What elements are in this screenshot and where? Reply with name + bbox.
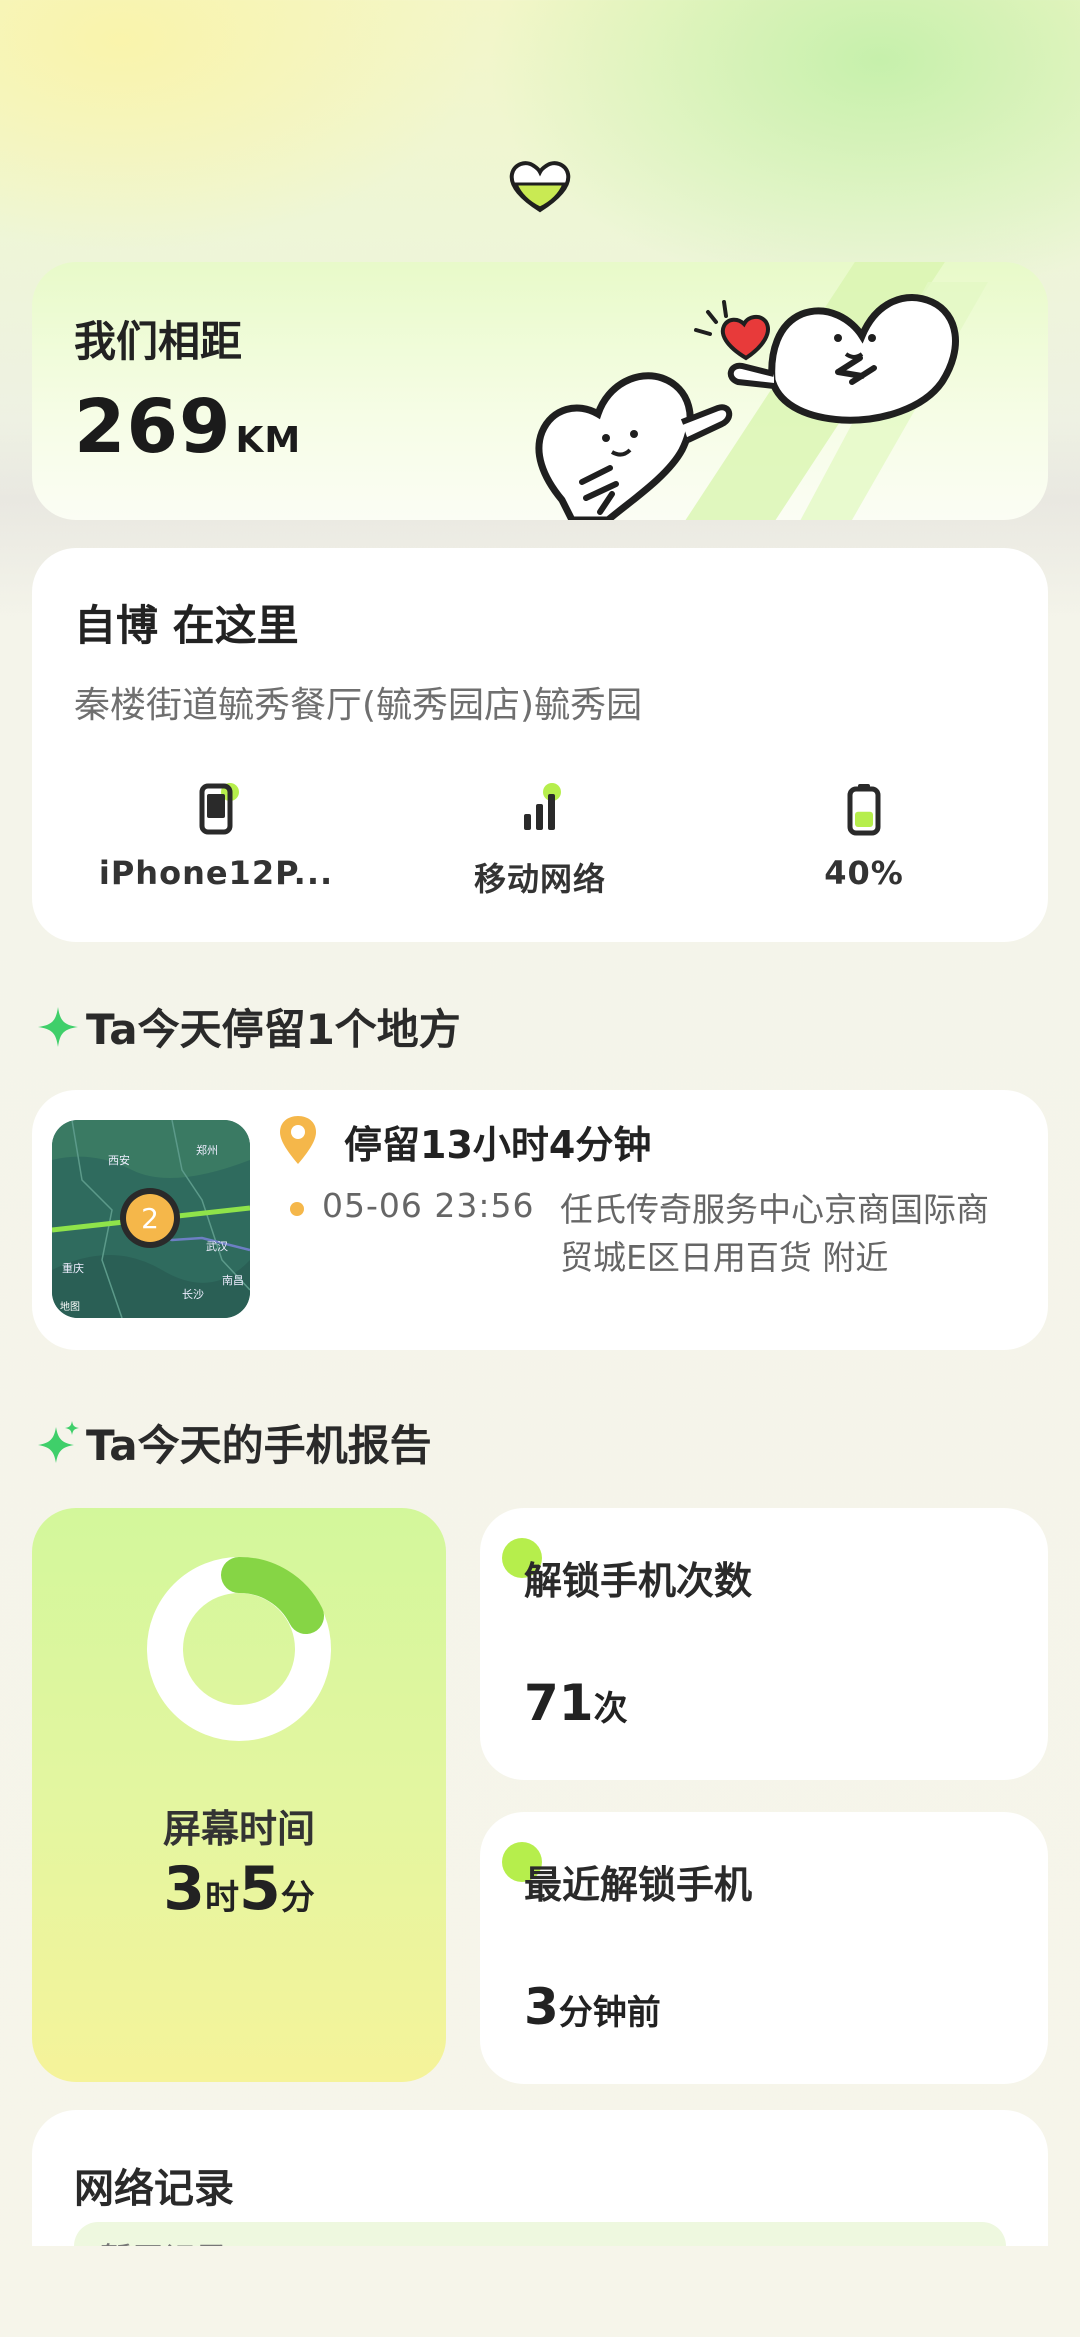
phone-icon <box>199 783 239 835</box>
battery-icon <box>847 784 881 836</box>
status-battery: 40% <box>714 780 1014 892</box>
app-heart-icon <box>509 161 571 213</box>
status-network: 移动网络 <box>390 780 690 900</box>
signal-icon <box>524 783 561 830</box>
stay-duration: 停留13小时4分钟 <box>344 1123 652 1167</box>
timeline-dot <box>290 1202 304 1216</box>
distance-card: 我们相距 269 KM <box>32 262 1048 520</box>
map-city-label: 武汉 <box>206 1240 228 1253</box>
distance-value: 269 KM <box>74 384 302 470</box>
sparkle-icon <box>38 1006 78 1047</box>
recent-unlock-title: 最近解锁手机 <box>524 1863 753 1907</box>
map-city-label: 西安 <box>108 1153 130 1167</box>
map-city-label: 南昌 <box>222 1274 244 1287</box>
location-card[interactable]: 自博 在这里 秦楼街道毓秀餐厅(毓秀园店)毓秀园 iPhone12P... 移动… <box>32 548 1048 942</box>
screen-time-value: 3时5分 <box>163 1854 315 1924</box>
map-thumbnail[interactable]: 西安 郑州 武汉 重庆 长沙 南昌 地图 2 <box>52 1120 250 1318</box>
unlock-count-value: 71次 <box>524 1674 628 1732</box>
couple-mascot-illustration <box>535 294 959 520</box>
location-title: 自博 在这里 <box>74 601 299 650</box>
distance-title: 我们相距 <box>74 317 243 366</box>
network-record-title: 网络记录 <box>74 2166 234 2212</box>
stay-section-title: Ta今天停留1个地方 <box>36 996 461 1057</box>
screen-time-card[interactable]: 屏幕时间 3时5分 <box>32 1508 446 2082</box>
map-city-label: 长沙 <box>182 1288 204 1301</box>
map-image: 西安 郑州 武汉 重庆 长沙 南昌 地图 2 <box>52 1120 250 1318</box>
unlock-count-title: 解锁手机次数 <box>524 1559 753 1603</box>
map-cluster-count: 2 <box>141 1202 159 1235</box>
screen-time-ring <box>147 1557 331 1741</box>
stay-time: 05-06 23:56 <box>322 1186 535 1225</box>
recent-unlock-value: 3分钟前 <box>524 1978 661 2036</box>
unlock-count-card[interactable]: 解锁手机次数 71次 <box>480 1508 1048 1780</box>
network-label: 移动网络 <box>473 860 606 898</box>
map-city-label: 重庆 <box>62 1261 84 1275</box>
device-label: iPhone12P... <box>98 854 334 892</box>
recent-unlock-card[interactable]: 最近解锁手机 3分钟前 <box>480 1812 1048 2084</box>
screen-time-label: 屏幕时间 <box>162 1807 315 1851</box>
battery-label: 40% <box>824 854 904 892</box>
report-section-title: Ta今天的手机报告 <box>36 1412 432 1473</box>
map-attribution: 地图 <box>60 1300 80 1313</box>
stay-place: 任氏传奇服务中心京商国际商贸城E区日用百货 附近 <box>560 1190 989 1277</box>
sparkle-icon <box>38 1420 79 1463</box>
location-address: 秦楼街道毓秀餐厅(毓秀园店)毓秀园 <box>74 685 643 726</box>
map-city-label: 郑州 <box>196 1143 218 1157</box>
status-device: iPhone12P... <box>66 780 366 892</box>
bottom-fade <box>0 2246 1080 2337</box>
stay-card[interactable]: 西安 郑州 武汉 重庆 长沙 南昌 地图 2 停留13小时4分钟 05-06 2… <box>32 1090 1048 1350</box>
location-pin-icon <box>280 1116 316 1164</box>
